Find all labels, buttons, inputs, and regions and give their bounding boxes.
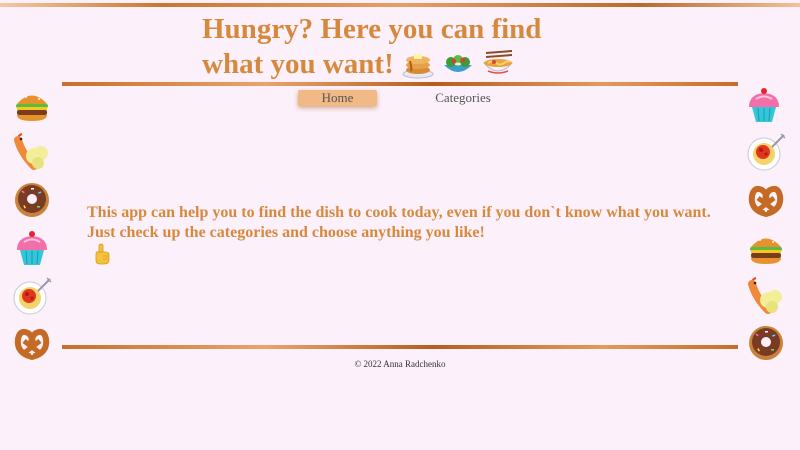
title-line-2-wrap: what you want!	[202, 47, 541, 82]
footer-divider	[62, 345, 738, 349]
shrimp-icon	[12, 132, 52, 172]
cupcake-icon	[12, 228, 52, 268]
shrimp-icon	[746, 276, 786, 316]
nav-categories-link[interactable]: Categories	[424, 90, 502, 106]
donut-icon	[12, 180, 52, 220]
spaghetti-icon	[12, 276, 52, 316]
footer: © 2022 Anna Radchenko	[0, 359, 800, 369]
burger-icon	[12, 85, 52, 125]
top-divider	[0, 3, 800, 7]
intro-line-1: This app can help you to find the dish t…	[87, 204, 711, 221]
pancakes-icon	[402, 49, 434, 79]
spaghetti-icon	[746, 132, 786, 172]
title-line-2: what you want!	[202, 48, 394, 80]
page-title: Hungry? Here you can find what you want!	[202, 12, 541, 82]
intro-line-2-wrap: Just check up the categories and choose …	[87, 223, 711, 265]
pretzel-icon	[12, 323, 52, 363]
salad-icon	[442, 49, 474, 79]
page: Hungry? Here you can find what you want!…	[0, 0, 800, 450]
cupcake-icon	[744, 85, 784, 125]
pointing-hand-icon	[91, 243, 113, 265]
noodle-bowl-icon	[482, 49, 514, 79]
header-divider	[62, 82, 738, 86]
donut-icon	[746, 323, 786, 363]
title-line-1: Hungry? Here you can find	[202, 13, 542, 45]
intro-text: This app can help you to find the dish t…	[87, 203, 711, 265]
burger-icon	[746, 228, 786, 268]
copyright-text: © 2022 Anna Radchenko	[354, 359, 446, 369]
intro-line-2: Just check up the categories and choose …	[87, 224, 485, 241]
pretzel-icon	[746, 180, 786, 220]
nav-home-link[interactable]: Home	[298, 90, 377, 106]
